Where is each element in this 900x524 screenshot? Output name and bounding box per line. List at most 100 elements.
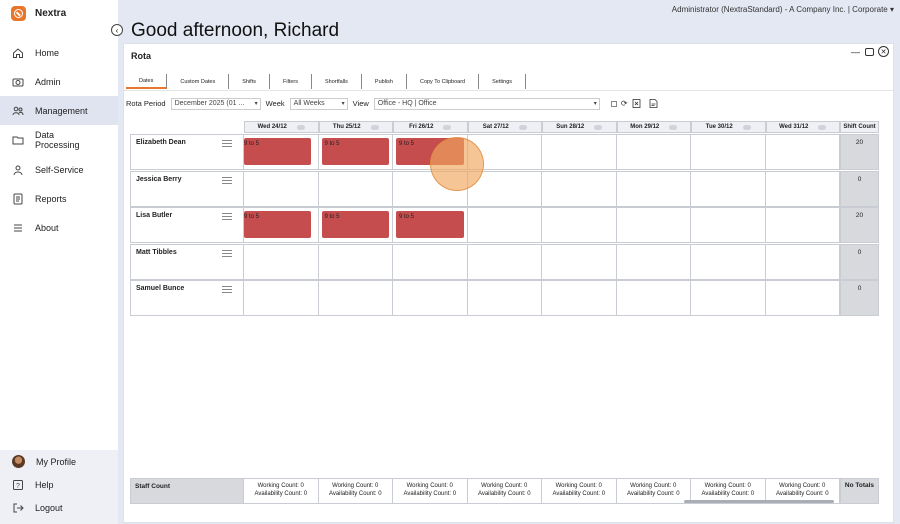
- brand[interactable]: Nextra: [11, 6, 66, 21]
- day-cell[interactable]: 9 to 5: [318, 134, 393, 170]
- column-header[interactable]: Sun 28/12: [542, 121, 617, 133]
- employee-cell[interactable]: Lisa Butler: [130, 207, 244, 243]
- column-header[interactable]: Mon 29/12: [616, 121, 691, 133]
- shift-block[interactable]: 9 to 5: [321, 211, 389, 238]
- column-header[interactable]: Wed 24/12: [244, 121, 319, 133]
- tab-custom-dates[interactable]: Custom Dates: [167, 74, 230, 89]
- column-header[interactable]: Wed 31/12: [765, 121, 840, 133]
- day-cell[interactable]: [542, 170, 617, 207]
- sidebar-item-self-service[interactable]: Self-Service: [0, 155, 118, 184]
- sidebar-item-logout[interactable]: Logout: [0, 496, 118, 519]
- day-cell[interactable]: 9 to 5: [244, 207, 319, 243]
- row-menu-icon[interactable]: [222, 213, 232, 220]
- day-cell[interactable]: [691, 280, 766, 316]
- restore-button[interactable]: [865, 47, 874, 56]
- employee-cell[interactable]: Matt Tibbles: [130, 243, 244, 280]
- refresh-icon[interactable]: ⟳: [620, 99, 629, 108]
- sidebar-item-home[interactable]: Home: [0, 38, 118, 67]
- tab-shortfalls[interactable]: Shortfalls: [312, 74, 362, 89]
- option-checkbox[interactable]: [610, 100, 617, 107]
- day-cell[interactable]: [691, 207, 766, 243]
- day-cell[interactable]: [765, 170, 840, 207]
- rota-period-select[interactable]: December 2025 (01 ...: [170, 97, 261, 110]
- column-toggle-button[interactable]: [742, 124, 751, 130]
- day-cell[interactable]: [542, 280, 617, 316]
- view-select[interactable]: Office - HQ | Office: [373, 97, 600, 110]
- day-cell[interactable]: 9 to 5: [244, 134, 319, 170]
- employee-cell[interactable]: Elizabeth Dean: [130, 134, 244, 170]
- sidebar-item-my-profile[interactable]: My Profile: [0, 450, 118, 473]
- day-cell[interactable]: [318, 280, 393, 316]
- column-header[interactable]: Fri 26/12: [393, 121, 468, 133]
- collapse-sidebar-button[interactable]: ‹: [111, 24, 123, 36]
- day-cell[interactable]: 9 to 5: [393, 207, 468, 243]
- row-menu-icon[interactable]: [222, 176, 232, 184]
- sidebar-item-data-processing[interactable]: Data Processing: [0, 125, 118, 155]
- day-cell[interactable]: [244, 280, 319, 316]
- day-cell[interactable]: [467, 207, 542, 243]
- tab-shifts[interactable]: Shifts: [229, 74, 270, 89]
- day-cell[interactable]: [616, 280, 691, 316]
- day-cell[interactable]: [765, 207, 840, 243]
- day-cell[interactable]: 9 to 5: [318, 207, 393, 243]
- column-toggle-button[interactable]: [518, 124, 527, 130]
- sidebar-item-reports[interactable]: Reports: [0, 184, 118, 213]
- day-cell[interactable]: [542, 243, 617, 280]
- day-cell[interactable]: [691, 134, 766, 170]
- day-cell[interactable]: [765, 243, 840, 280]
- export-pdf-icon[interactable]: [649, 99, 658, 108]
- day-cell[interactable]: [765, 280, 840, 316]
- day-cell[interactable]: [393, 280, 468, 316]
- day-cell[interactable]: [467, 280, 542, 316]
- row-menu-icon[interactable]: [222, 249, 232, 257]
- shift-block[interactable]: 9 to 5: [244, 211, 311, 238]
- day-cell[interactable]: [616, 243, 691, 280]
- tab-copy-to-clipboard[interactable]: Copy To Clipboard: [407, 74, 480, 89]
- row-menu-icon[interactable]: [222, 286, 232, 293]
- day-cell[interactable]: [691, 243, 766, 280]
- day-cell[interactable]: [542, 134, 617, 170]
- day-cell[interactable]: [542, 207, 617, 243]
- week-select[interactable]: All Weeks: [289, 97, 348, 110]
- column-toggle-button[interactable]: [296, 124, 305, 130]
- employee-cell[interactable]: Jessica Berry: [130, 170, 244, 207]
- day-cell[interactable]: [765, 134, 840, 170]
- sidebar-item-management[interactable]: Management: [0, 96, 118, 125]
- day-cell[interactable]: [318, 243, 393, 280]
- column-toggle-button[interactable]: [669, 124, 678, 130]
- export-excel-icon[interactable]: [632, 99, 641, 108]
- day-cell[interactable]: [244, 243, 319, 280]
- day-cell[interactable]: [691, 170, 766, 207]
- shift-block[interactable]: 9 to 5: [321, 138, 389, 165]
- close-button[interactable]: ✕: [878, 46, 889, 57]
- scrollbar-thumb[interactable]: [684, 500, 834, 503]
- tab-filters[interactable]: Filters: [270, 74, 312, 89]
- day-cell[interactable]: [616, 170, 691, 207]
- sidebar-item-help[interactable]: ? Help: [0, 473, 118, 496]
- day-cell[interactable]: [244, 170, 319, 207]
- horizontal-scrollbar[interactable]: [249, 500, 839, 503]
- column-toggle-button[interactable]: [594, 124, 603, 130]
- account-switcher[interactable]: Administrator (NextraStandard) - A Compa…: [672, 5, 894, 14]
- column-toggle-button[interactable]: [370, 124, 379, 130]
- column-header[interactable]: Thu 25/12: [318, 121, 393, 133]
- shift-block[interactable]: 9 to 5: [244, 138, 311, 165]
- column-header[interactable]: Sat 27/12: [467, 121, 542, 133]
- tab-publish[interactable]: Publish: [362, 74, 407, 89]
- column-header[interactable]: Tue 30/12: [691, 121, 766, 133]
- sidebar-item-admin[interactable]: Admin: [0, 67, 118, 96]
- day-cell[interactable]: [616, 134, 691, 170]
- shift-block[interactable]: 9 to 5: [396, 211, 464, 238]
- row-menu-icon[interactable]: [222, 140, 232, 147]
- minimize-button[interactable]: —: [850, 46, 861, 57]
- tab-dates[interactable]: Dates: [126, 74, 168, 89]
- column-toggle-button[interactable]: [818, 124, 827, 130]
- day-cell[interactable]: [318, 170, 393, 207]
- day-cell[interactable]: [467, 243, 542, 280]
- column-toggle-button[interactable]: [443, 124, 452, 130]
- day-cell[interactable]: [393, 243, 468, 280]
- day-cell[interactable]: [616, 207, 691, 243]
- sidebar-item-about[interactable]: About: [0, 213, 118, 242]
- employee-cell[interactable]: Samuel Bunce: [130, 280, 244, 316]
- tab-settings[interactable]: Settings: [479, 74, 526, 89]
